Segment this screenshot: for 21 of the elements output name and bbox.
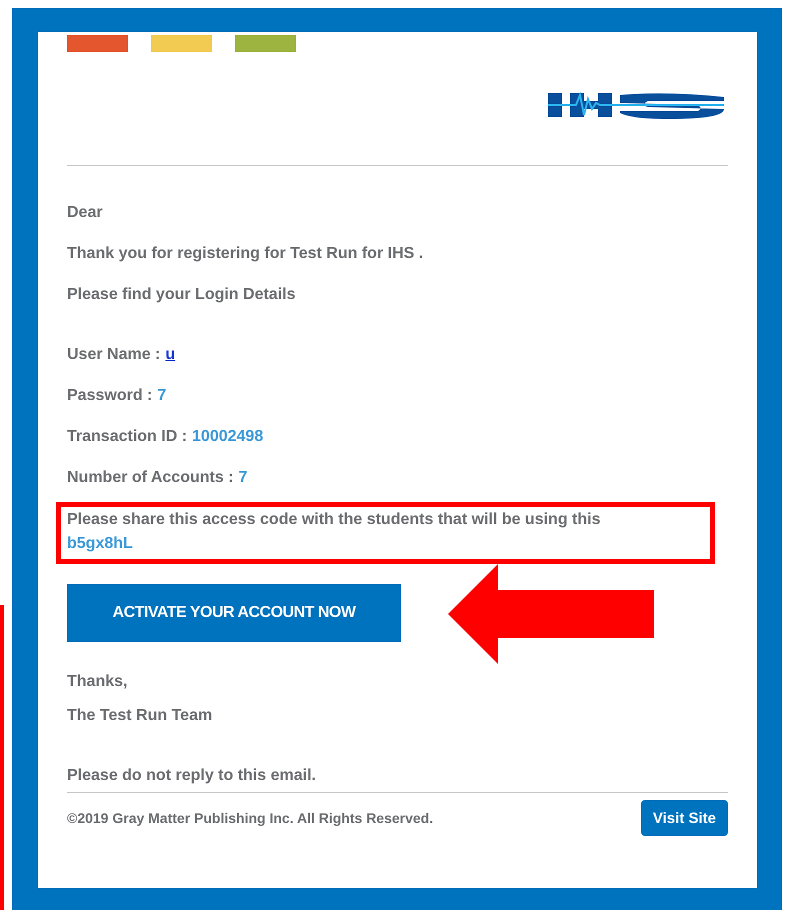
login-heading: Please find your Login Details (67, 285, 296, 305)
detail-value: 7 (238, 469, 248, 486)
no-reply-text: Please do not reply to this email. (67, 766, 317, 786)
copyright-text: ©2019 Gray Matter Publishing Inc. All Rights Reserved. (67, 810, 434, 826)
logo-icon (548, 89, 724, 121)
signoff-text: The Test Run Team (67, 706, 214, 726)
detail-label: User Name : (67, 346, 160, 363)
arrow-icon (448, 564, 654, 664)
access-code: b5gx8hL (67, 534, 134, 554)
signoff-text: Thanks, (67, 672, 128, 692)
detail-link[interactable]: u (165, 346, 176, 363)
detail-label: Password : (67, 387, 152, 404)
detail-label: Transaction ID : (67, 428, 188, 445)
detail-value: 7 (157, 387, 166, 404)
access-code-text: Please share this access code with the students that will be using this (67, 510, 602, 530)
visit-site-button[interactable]: Visit Site (640, 800, 728, 836)
detail-label: Number of Accounts : (67, 469, 234, 486)
greeting-text: Dear (67, 203, 104, 223)
intro-text: Thank you for registering for Test Run for IHS . (67, 244, 424, 264)
activate-account-button[interactable]: ACTIVATE YOUR ACCOUNT NOW (67, 584, 401, 642)
detail-value: 10002498 (192, 428, 264, 445)
